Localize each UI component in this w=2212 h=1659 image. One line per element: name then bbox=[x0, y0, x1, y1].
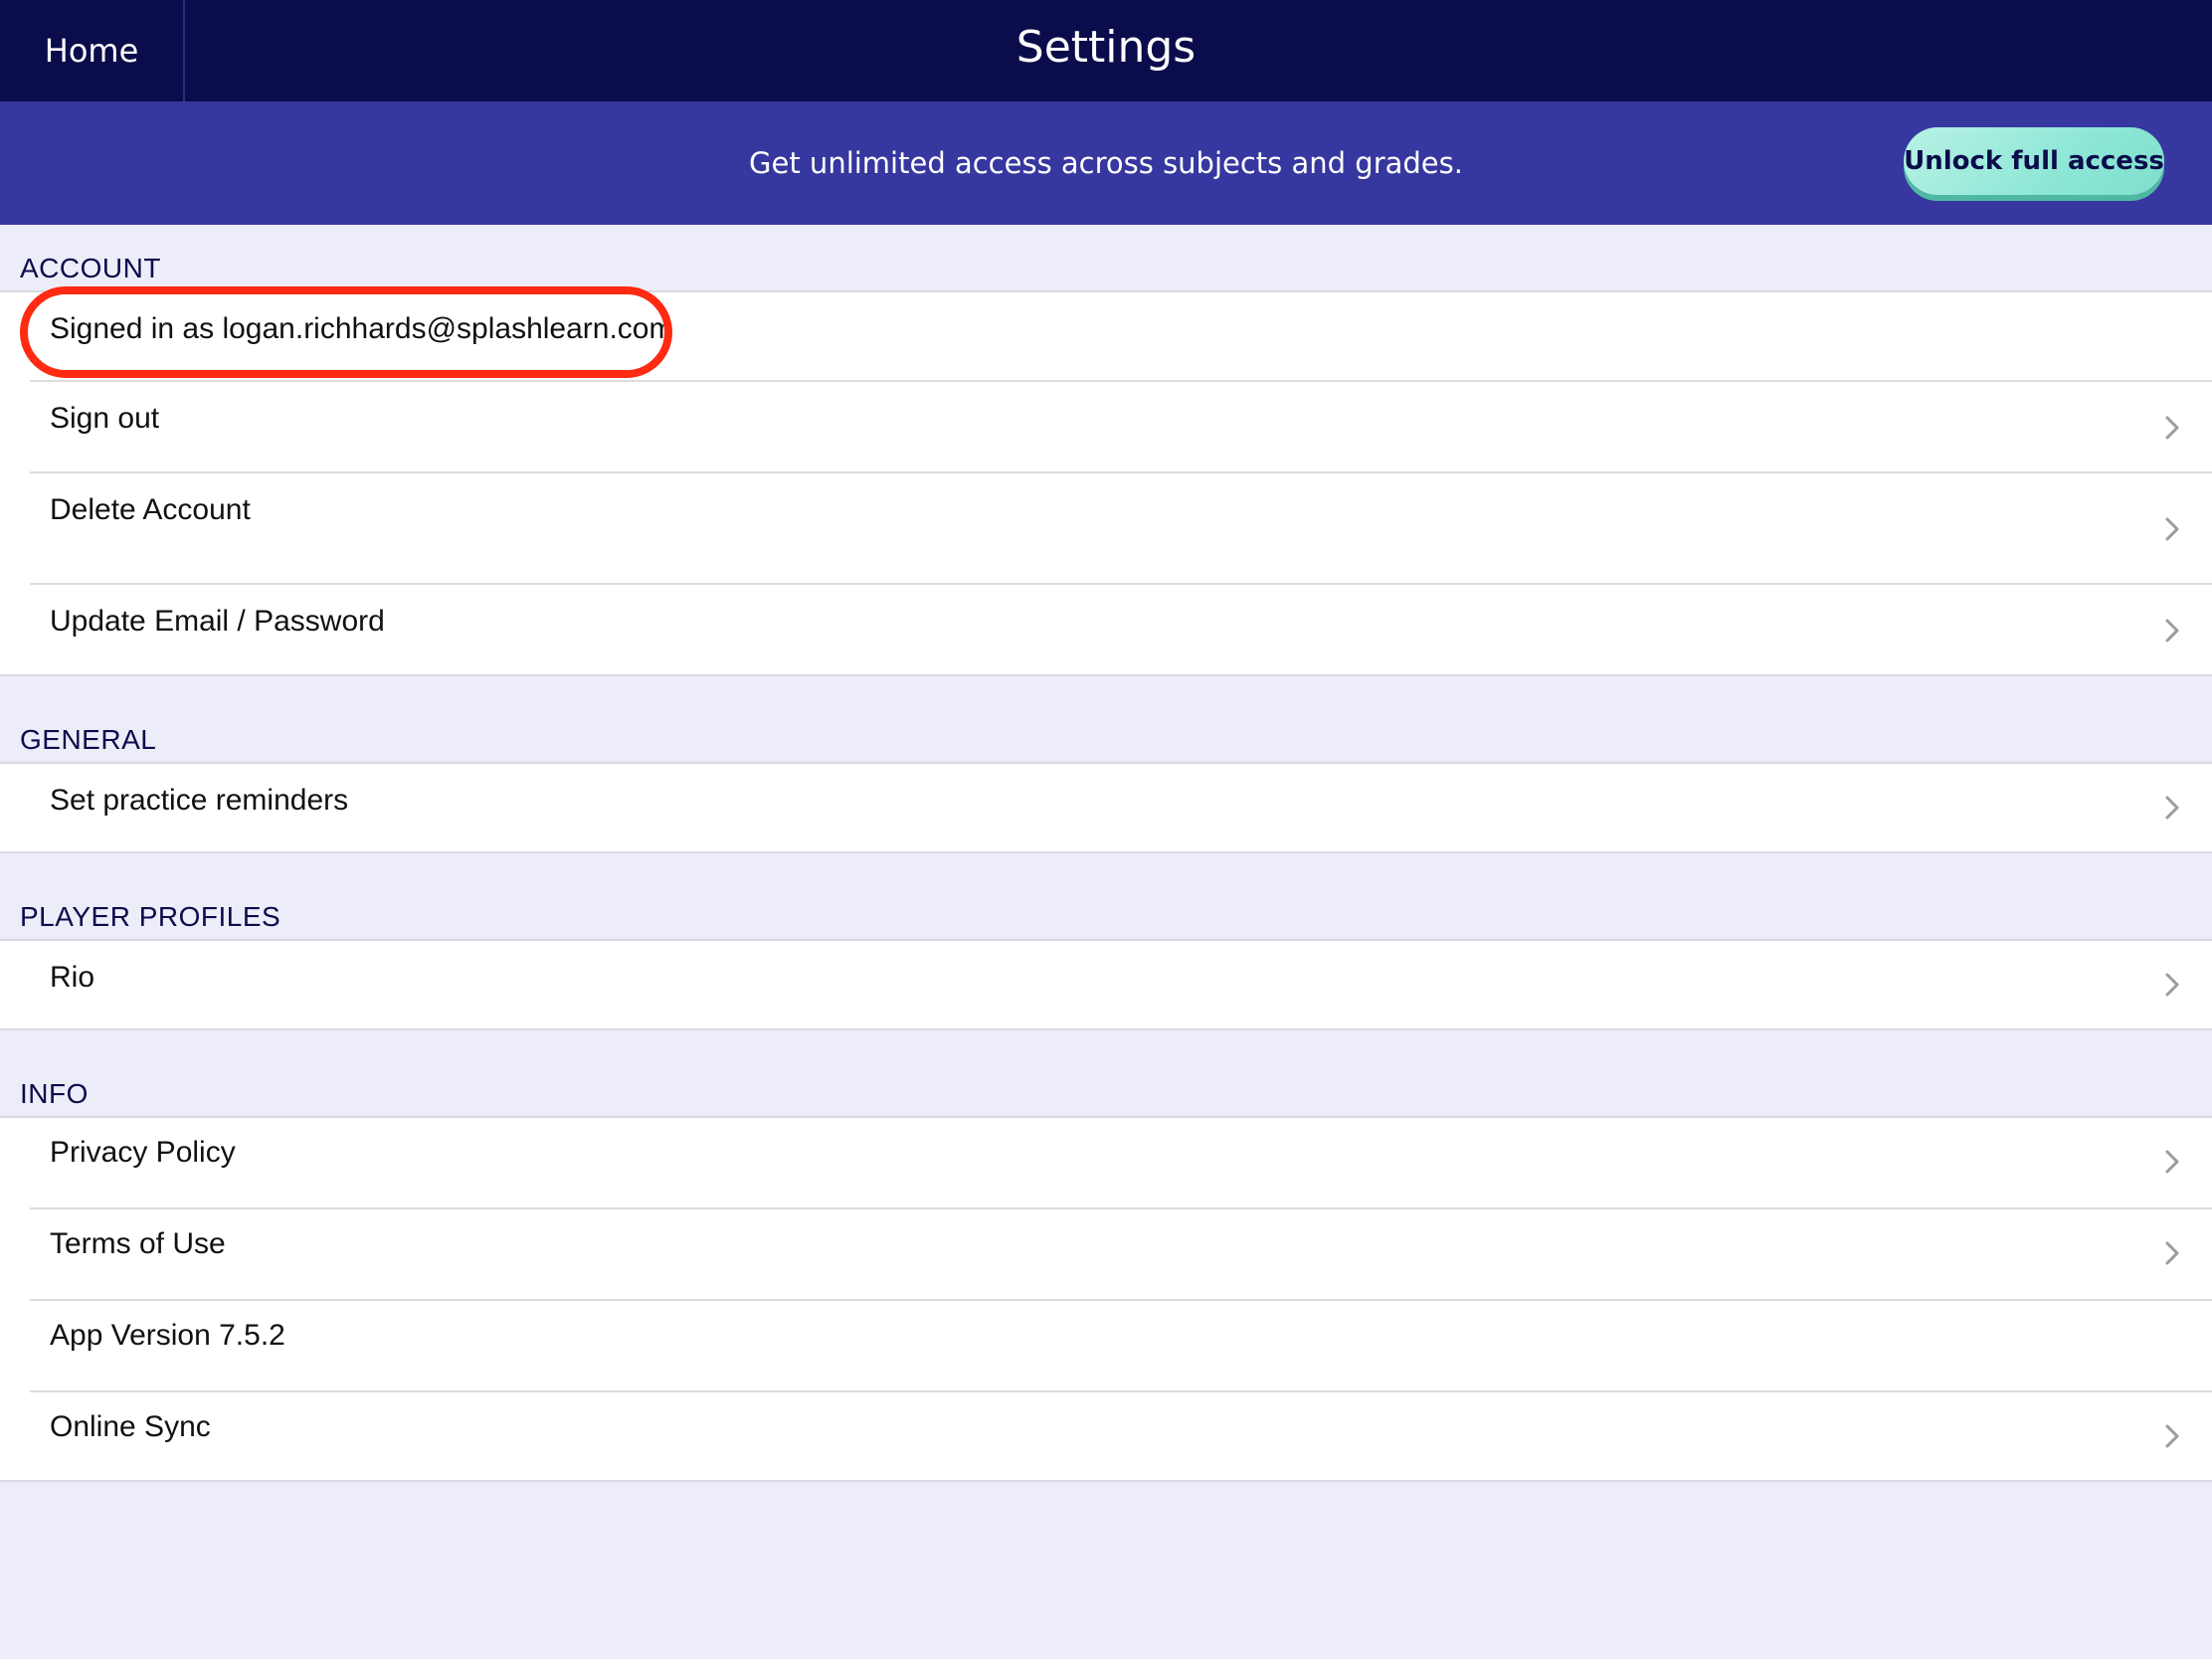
divider bbox=[0, 674, 2212, 676]
section-header-general: GENERAL bbox=[20, 724, 157, 755]
chevron-right-icon bbox=[2158, 971, 2186, 999]
delete-account-label: Delete Account bbox=[50, 493, 251, 526]
chevron-right-icon bbox=[2158, 515, 2186, 543]
privacy-policy-row[interactable]: Privacy Policy bbox=[0, 1118, 2212, 1209]
chevron-right-icon bbox=[2158, 1148, 2186, 1176]
privacy-policy-label: Privacy Policy bbox=[50, 1136, 236, 1169]
section-header-account: ACCOUNT bbox=[20, 253, 161, 283]
chevron-right-icon bbox=[2158, 617, 2186, 645]
banner-message: Get unlimited access across subjects and… bbox=[749, 146, 1463, 180]
divider bbox=[0, 1480, 2212, 1482]
update-email-password-label: Update Email / Password bbox=[50, 605, 385, 638]
app-version-label: App Version 7.5.2 bbox=[50, 1319, 285, 1352]
chevron-right-icon bbox=[2158, 1239, 2186, 1267]
terms-of-use-label: Terms of Use bbox=[50, 1227, 226, 1260]
signed-in-row: Signed in as logan.richhards@splashlearn… bbox=[0, 292, 2212, 382]
sign-out-row[interactable]: Sign out bbox=[0, 382, 2212, 473]
upgrade-banner: Get unlimited access across subjects and… bbox=[0, 101, 2212, 225]
unlock-full-access-button[interactable]: Unlock full access bbox=[1904, 127, 2164, 195]
chevron-right-icon bbox=[2158, 794, 2186, 822]
sign-out-label: Sign out bbox=[50, 402, 160, 435]
chevron-right-icon bbox=[2158, 1422, 2186, 1450]
top-navigation-bar: Home Settings bbox=[0, 0, 2212, 101]
player-profile-rio-row[interactable]: Rio bbox=[0, 941, 2212, 1030]
online-sync-row[interactable]: Online Sync bbox=[0, 1392, 2212, 1482]
page-title: Settings bbox=[1015, 21, 1197, 73]
home-button[interactable]: Home bbox=[0, 0, 185, 101]
section-header-info: INFO bbox=[20, 1078, 89, 1109]
signed-in-label: Signed in as logan.richhards@splashlearn… bbox=[50, 312, 674, 345]
divider bbox=[0, 851, 2212, 853]
section-header-player-profiles: PLAYER PROFILES bbox=[20, 901, 281, 932]
online-sync-label: Online Sync bbox=[50, 1410, 211, 1443]
update-email-password-row[interactable]: Update Email / Password bbox=[0, 585, 2212, 676]
practice-reminders-row[interactable]: Set practice reminders bbox=[0, 764, 2212, 853]
player-profile-rio-label: Rio bbox=[50, 961, 95, 994]
practice-reminders-label: Set practice reminders bbox=[50, 784, 349, 817]
chevron-right-icon bbox=[2158, 414, 2186, 442]
divider bbox=[0, 1028, 2212, 1030]
terms-of-use-row[interactable]: Terms of Use bbox=[0, 1209, 2212, 1301]
app-version-row: App Version 7.5.2 bbox=[0, 1301, 2212, 1392]
delete-account-row[interactable]: Delete Account bbox=[0, 473, 2212, 585]
